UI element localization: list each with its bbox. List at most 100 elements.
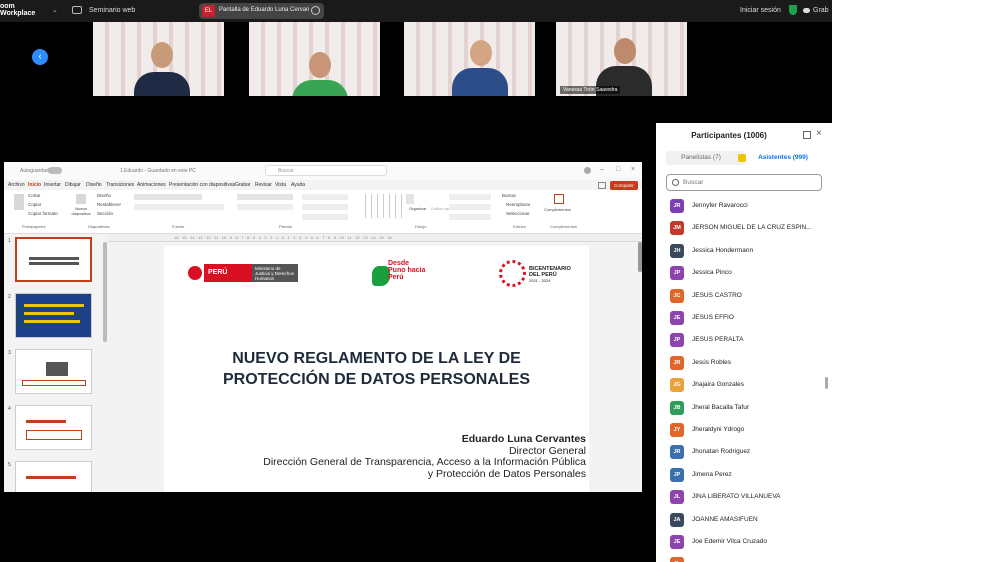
ppt-search-box[interactable]: Buscar: [265, 165, 387, 176]
participant-row[interactable]: JH Jessica Hondermann: [656, 240, 826, 262]
new-slide-icon[interactable]: [76, 194, 86, 204]
chevron-down-icon[interactable]: ⌄: [52, 6, 58, 14]
slide-thumbnail[interactable]: [15, 237, 92, 282]
participant-row[interactable]: JA JOANNE AMASIFUEN: [656, 509, 826, 531]
share-button[interactable]: Compartir: [610, 181, 638, 190]
record-button[interactable]: Grab: [813, 7, 829, 14]
cloud-record-icon: [803, 8, 810, 13]
tab-ayuda[interactable]: Ayuda: [291, 182, 305, 188]
shape-outline-button[interactable]: [449, 204, 491, 210]
arrange-icon[interactable]: [406, 194, 414, 204]
participant-row[interactable]: JP Jessica Pinco: [656, 262, 826, 284]
minimize-button[interactable]: –: [600, 166, 604, 173]
smartart-button[interactable]: [302, 214, 348, 220]
video-tile[interactable]: [404, 22, 535, 96]
participants-panel: Participantes (1006) × Panelistas (7) As…: [656, 123, 832, 562]
tab-vista[interactable]: Vista: [275, 182, 286, 188]
ministerio-logo: PERÚ Ministerio de Justicia y Derechos H…: [188, 262, 298, 286]
reset-button[interactable]: Restablecer: [97, 202, 121, 207]
maximize-button[interactable]: □: [616, 166, 620, 173]
security-shield-icon[interactable]: [789, 5, 797, 15]
shape-effects-button[interactable]: [449, 214, 491, 220]
copy-button[interactable]: Copiar: [28, 202, 41, 207]
participant-row[interactable]: JC JESUS CASTRO: [656, 285, 826, 307]
autosave-toggle[interactable]: [48, 167, 62, 174]
format-painter-button[interactable]: Copiar formato: [28, 211, 58, 216]
participant-row[interactable]: JR Jhonatan Rodriguez: [656, 441, 826, 463]
tab-inicio[interactable]: Inicio: [28, 182, 41, 188]
comments-icon[interactable]: [598, 182, 606, 189]
participant-row[interactable]: JR Jennyfer Ravarocci: [656, 195, 826, 217]
participant-row[interactable]: JG Jhajaira Gonzales: [656, 374, 826, 396]
tab-archivo[interactable]: Archivo: [8, 182, 25, 188]
select-button[interactable]: Seleccionar: [506, 211, 530, 216]
search-input[interactable]: [683, 177, 813, 188]
layout-button[interactable]: Diseño: [97, 193, 111, 198]
video-tile[interactable]: [249, 22, 380, 96]
participant-row[interactable]: JP Jimena Perez: [656, 464, 826, 486]
participant-row[interactable]: JP JESUS PERALTA: [656, 329, 826, 351]
participant-row[interactable]: JM JERSON MIGUEL DE LA CRUZ ESPIN...: [656, 217, 826, 239]
tab-transiciones[interactable]: Transiciones: [106, 182, 134, 188]
replace-button[interactable]: Reemplazar: [506, 202, 530, 207]
tab-dibujar[interactable]: Dibujar: [65, 182, 81, 188]
tab-revisar[interactable]: Revisar: [255, 182, 272, 188]
participants-search[interactable]: [666, 174, 822, 191]
document-title[interactable]: 1.Eduardo - Guardado en este PC: [120, 168, 196, 174]
slide-thumbnail[interactable]: [15, 461, 92, 492]
find-button[interactable]: Buscar: [502, 193, 516, 198]
sign-in-link[interactable]: Iniciar sesión: [740, 7, 781, 14]
participant-row[interactable]: JE JESUS EFFIO: [656, 307, 826, 329]
new-slide-button[interactable]: Nueva diapositiva: [70, 206, 92, 216]
participant-list-scrollbar[interactable]: [825, 377, 828, 389]
tab-attendees[interactable]: Asistentes (999): [744, 151, 822, 165]
options-icon[interactable]: [311, 6, 320, 15]
tab-animaciones[interactable]: Animaciones: [137, 182, 166, 188]
cut-button[interactable]: Cortar: [28, 193, 41, 198]
addins-button[interactable]: Complementos: [544, 207, 571, 212]
video-name-label: Vanessa Tirón Saavedra: [560, 86, 621, 94]
font-format-buttons[interactable]: [134, 204, 224, 210]
list-buttons[interactable]: [237, 194, 293, 200]
slide-scrollbar[interactable]: [638, 242, 642, 272]
tab-grabar[interactable]: Grabar: [235, 182, 251, 188]
participant-row[interactable]: JR Jesús Robles: [656, 352, 826, 374]
alignment-buttons[interactable]: [237, 204, 293, 210]
close-icon[interactable]: ×: [816, 128, 822, 139]
tab-panelists[interactable]: Panelistas (7): [666, 151, 736, 165]
participant-head: [614, 38, 636, 64]
slide-thumbnail[interactable]: [15, 405, 92, 450]
video-tile[interactable]: Vanessa Tirón Saavedra: [556, 22, 687, 96]
participant-row[interactable]: JL: [656, 553, 826, 562]
participant-row[interactable]: JL JINA LIBERATO VILLANUEVA: [656, 486, 826, 508]
font-name-dropdown[interactable]: [134, 194, 202, 200]
section-button[interactable]: Sección: [97, 211, 113, 216]
participant-row[interactable]: JB Jheral Bacalla Tafur: [656, 397, 826, 419]
participant-name: Jheraldyni Ydrogo: [692, 426, 745, 433]
back-arrow-button[interactable]: ‹: [32, 49, 48, 65]
participant-name: Jhajaira Gonzales: [692, 381, 745, 389]
slide-thumbnail[interactable]: [15, 293, 92, 338]
arrange-button[interactable]: Organizar: [409, 206, 427, 211]
tab-presentacion[interactable]: Presentación con diapositivas: [169, 182, 235, 188]
thumbnail-scrollbar[interactable]: [103, 242, 107, 342]
avatar: JY: [670, 423, 684, 437]
close-button[interactable]: ×: [631, 166, 635, 173]
participant-row[interactable]: JE Joe Edemir Vilca Cruzado: [656, 531, 826, 553]
webinar-label[interactable]: Seminario web: [89, 7, 135, 14]
video-tile[interactable]: [93, 22, 224, 96]
participant-head: [309, 52, 331, 78]
paste-icon[interactable]: [14, 194, 24, 210]
account-avatar[interactable]: [584, 167, 591, 174]
popout-icon[interactable]: [803, 131, 811, 139]
tab-diseno[interactable]: Diseño: [86, 182, 102, 188]
text-direction-button[interactable]: [302, 194, 348, 200]
align-text-button[interactable]: [302, 204, 348, 210]
participant-row[interactable]: JY Jheraldyni Ydrogo: [656, 419, 826, 441]
shapes-gallery[interactable]: [360, 194, 402, 218]
slide-thumbnail[interactable]: [15, 349, 92, 394]
shape-fill-button[interactable]: [449, 194, 491, 200]
addins-icon[interactable]: [554, 194, 564, 204]
tab-insertar[interactable]: Insertar: [44, 182, 61, 188]
screen-share-indicator[interactable]: EL Pantalla de Eduardo Luna Cervan: [199, 3, 324, 19]
